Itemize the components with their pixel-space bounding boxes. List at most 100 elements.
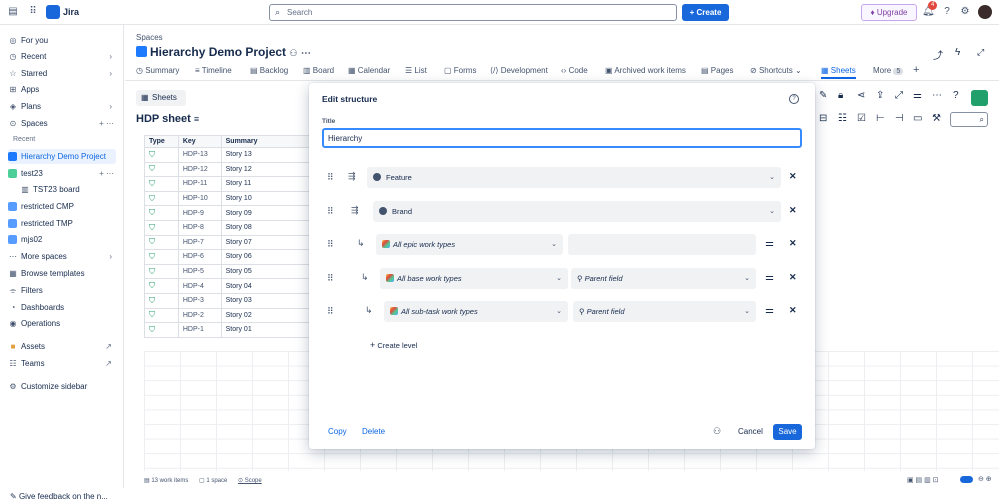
title-field[interactable] xyxy=(322,128,802,148)
relation-select[interactable]: ⚲ Parent field ⌄ xyxy=(573,301,756,322)
type-cell[interactable]: ⛉ xyxy=(144,205,179,221)
tab-shortcuts[interactable]: ⊘ Shortcuts ⌄ xyxy=(750,66,802,75)
table-row[interactable]: ⛉ HDP-13 Story 13 xyxy=(144,147,325,163)
group-icon[interactable]: ⊟ xyxy=(819,113,827,124)
type-cell[interactable]: ⛉ xyxy=(144,147,179,163)
delete-button[interactable]: Delete xyxy=(362,427,385,436)
upgrade-button[interactable]: ♦ Upgrade xyxy=(861,4,917,21)
status-tools-icon[interactable]: ▣ ▤ ▥ ⊡ xyxy=(907,476,939,484)
table-row[interactable]: ⛉ HDP-12 Story 12 xyxy=(144,161,325,178)
permissions-icon[interactable]: ⚇ xyxy=(713,426,721,437)
remove-level-icon[interactable]: ✕ xyxy=(789,305,797,316)
type-cell[interactable]: ⛉ xyxy=(144,176,179,192)
sidebar-item-restricted-tmp[interactable]: restricted TMP xyxy=(8,216,116,231)
paint-icon[interactable]: ⚒ xyxy=(932,113,941,124)
type-cell[interactable]: ⛉ xyxy=(144,292,179,309)
type-cell[interactable]: ⛉ xyxy=(144,234,179,251)
table-row[interactable]: ⛉ HDP-11 Story 11 xyxy=(144,176,325,192)
level-type-select[interactable]: Brand ⌄ xyxy=(373,201,781,222)
hierarchy-link-icon[interactable]: ↳ xyxy=(357,238,365,249)
sidebar-item-assets[interactable]: ■ Assets ↗ xyxy=(8,339,116,354)
group-by-icon[interactable]: ⇶ xyxy=(351,205,359,216)
sub-tree-icon[interactable]: ⊣ xyxy=(895,113,904,124)
scope-link[interactable]: ⊙ Scope xyxy=(238,477,262,484)
help-icon[interactable]: ? xyxy=(953,90,959,101)
tab-more[interactable]: More 5 xyxy=(873,66,904,75)
sheets-button[interactable]: ▦ Sheets xyxy=(136,90,186,106)
tab-timeline[interactable]: ≡ Timeline xyxy=(195,66,232,75)
lock-icon[interactable]: 🔒︎ xyxy=(838,90,843,101)
sidebar-item-for-you[interactable]: ◎ For you xyxy=(8,33,116,48)
toggle-switch[interactable] xyxy=(960,476,973,483)
tab-development[interactable]: ⟨/⟩ Development xyxy=(490,66,548,75)
key-cell[interactable]: HDP-3 xyxy=(177,292,222,309)
level-settings-icon[interactable]: ⚌ xyxy=(765,272,774,283)
share-icon[interactable]: ⋖ xyxy=(857,90,865,101)
tab-backlog[interactable]: ▤ Backlog xyxy=(250,66,288,75)
type-cell[interactable]: ⛉ xyxy=(144,263,179,280)
type-cell[interactable]: ⛉ xyxy=(144,322,179,338)
table-row[interactable]: ⛉ HDP-7 Story 07 xyxy=(144,234,325,251)
sidebar-item-apps[interactable]: ⊞ Apps xyxy=(8,82,116,97)
table-row[interactable]: ⛉ HDP-6 Story 06 xyxy=(144,249,325,265)
type-cell[interactable]: ⛉ xyxy=(144,307,179,324)
group-by-icon[interactable]: ⇶ xyxy=(348,171,356,182)
zoom-icon[interactable]: ⊖ ⊕ xyxy=(978,475,992,483)
tree-icon[interactable]: ⊢ xyxy=(876,113,885,124)
checklist-icon[interactable]: ☑ xyxy=(857,113,866,124)
more-icon[interactable]: ⋯ xyxy=(932,90,942,101)
settings-sliders-icon[interactable]: ⚌ xyxy=(913,90,922,101)
key-cell[interactable]: HDP-4 xyxy=(177,278,222,294)
table-row[interactable]: ⛉ HDP-5 Story 05 xyxy=(144,263,325,280)
help-icon[interactable]: ? xyxy=(789,94,799,104)
sidebar-item-filters[interactable]: ⌯ Filters xyxy=(8,283,116,298)
drag-handle-icon[interactable]: ⠿ xyxy=(327,206,334,217)
remove-level-icon[interactable]: ✕ xyxy=(789,272,797,283)
avatar[interactable] xyxy=(978,5,992,19)
key-cell[interactable]: HDP-1 xyxy=(177,322,222,338)
cancel-button[interactable]: Cancel xyxy=(738,427,763,436)
key-cell[interactable]: HDP-10 xyxy=(177,190,222,207)
help-icon[interactable]: ? xyxy=(941,6,953,18)
sidebar-item-mjs02[interactable]: mjs02 xyxy=(8,232,116,247)
edit-icon[interactable]: ✎ xyxy=(819,90,827,101)
key-cell[interactable]: HDP-7 xyxy=(177,234,222,251)
table-row[interactable]: ⛉ HDP-2 Story 02 xyxy=(144,307,325,324)
drag-handle-icon[interactable]: ⠿ xyxy=(327,273,334,284)
more-icon[interactable]: ⋯ xyxy=(301,48,311,59)
automation-icon[interactable]: ϟ xyxy=(955,47,960,58)
table-row[interactable]: ⛉ HDP-9 Story 09 xyxy=(144,205,325,221)
sidebar-item-more-spaces[interactable]: ⋯ More spaces › xyxy=(8,249,116,264)
key-cell[interactable]: HDP-11 xyxy=(177,176,222,192)
tab-calendar[interactable]: ▦ Calendar xyxy=(348,66,390,75)
tab-summary[interactable]: ◷ Summary xyxy=(136,66,179,75)
sidebar-item-browse-templates[interactable]: ▦ Browse templates xyxy=(8,266,116,281)
tab-list[interactable]: ☰ List xyxy=(405,66,427,75)
add-tab-icon[interactable]: + xyxy=(913,64,919,76)
drag-handle-icon[interactable]: ⠿ xyxy=(327,239,334,250)
type-cell[interactable]: ⛉ xyxy=(144,249,179,265)
share-icon[interactable]: ⤴ xyxy=(933,47,943,62)
remove-level-icon[interactable]: ✕ xyxy=(789,171,797,182)
copy-button[interactable]: Copy xyxy=(328,427,347,436)
sidebar-item-hierarchy-demo-project[interactable]: Hierarchy Demo Project xyxy=(8,149,116,164)
relation-select[interactable]: ⚲ Parent field ⌄ xyxy=(571,268,756,289)
card-icon[interactable]: ▭ xyxy=(913,113,922,124)
hierarchy-link-icon[interactable]: ↳ xyxy=(365,305,373,316)
hierarchy-link-icon[interactable]: ↳ xyxy=(361,272,369,283)
tab-code[interactable]: ‹› Code xyxy=(561,66,588,75)
sidebar-item-operations[interactable]: ◉ Operations xyxy=(8,316,116,331)
key-cell[interactable]: HDP-2 xyxy=(177,307,222,324)
tab-archived-work-items[interactable]: ▣ Archived work items xyxy=(605,66,686,75)
sidebar-item-teams[interactable]: ☷ Teams ↗ xyxy=(8,356,116,371)
list-icon[interactable]: ≡ xyxy=(194,114,199,124)
tab-pages[interactable]: ▤ Pages xyxy=(701,66,733,75)
sidebar-item-customize[interactable]: ⚙ Customize sidebar xyxy=(8,379,116,394)
settings-icon[interactable]: ⚙ xyxy=(959,6,971,18)
tab-forms[interactable]: ▢ Forms xyxy=(444,66,476,75)
sidebar-toggle-icon[interactable]: ▤ xyxy=(7,6,19,18)
export-icon[interactable]: ⇪ xyxy=(876,90,884,101)
search-input[interactable]: ⌕ Search xyxy=(269,4,677,21)
drag-handle-icon[interactable]: ⠿ xyxy=(327,172,334,183)
tab-board[interactable]: ▥ Board xyxy=(303,66,334,75)
